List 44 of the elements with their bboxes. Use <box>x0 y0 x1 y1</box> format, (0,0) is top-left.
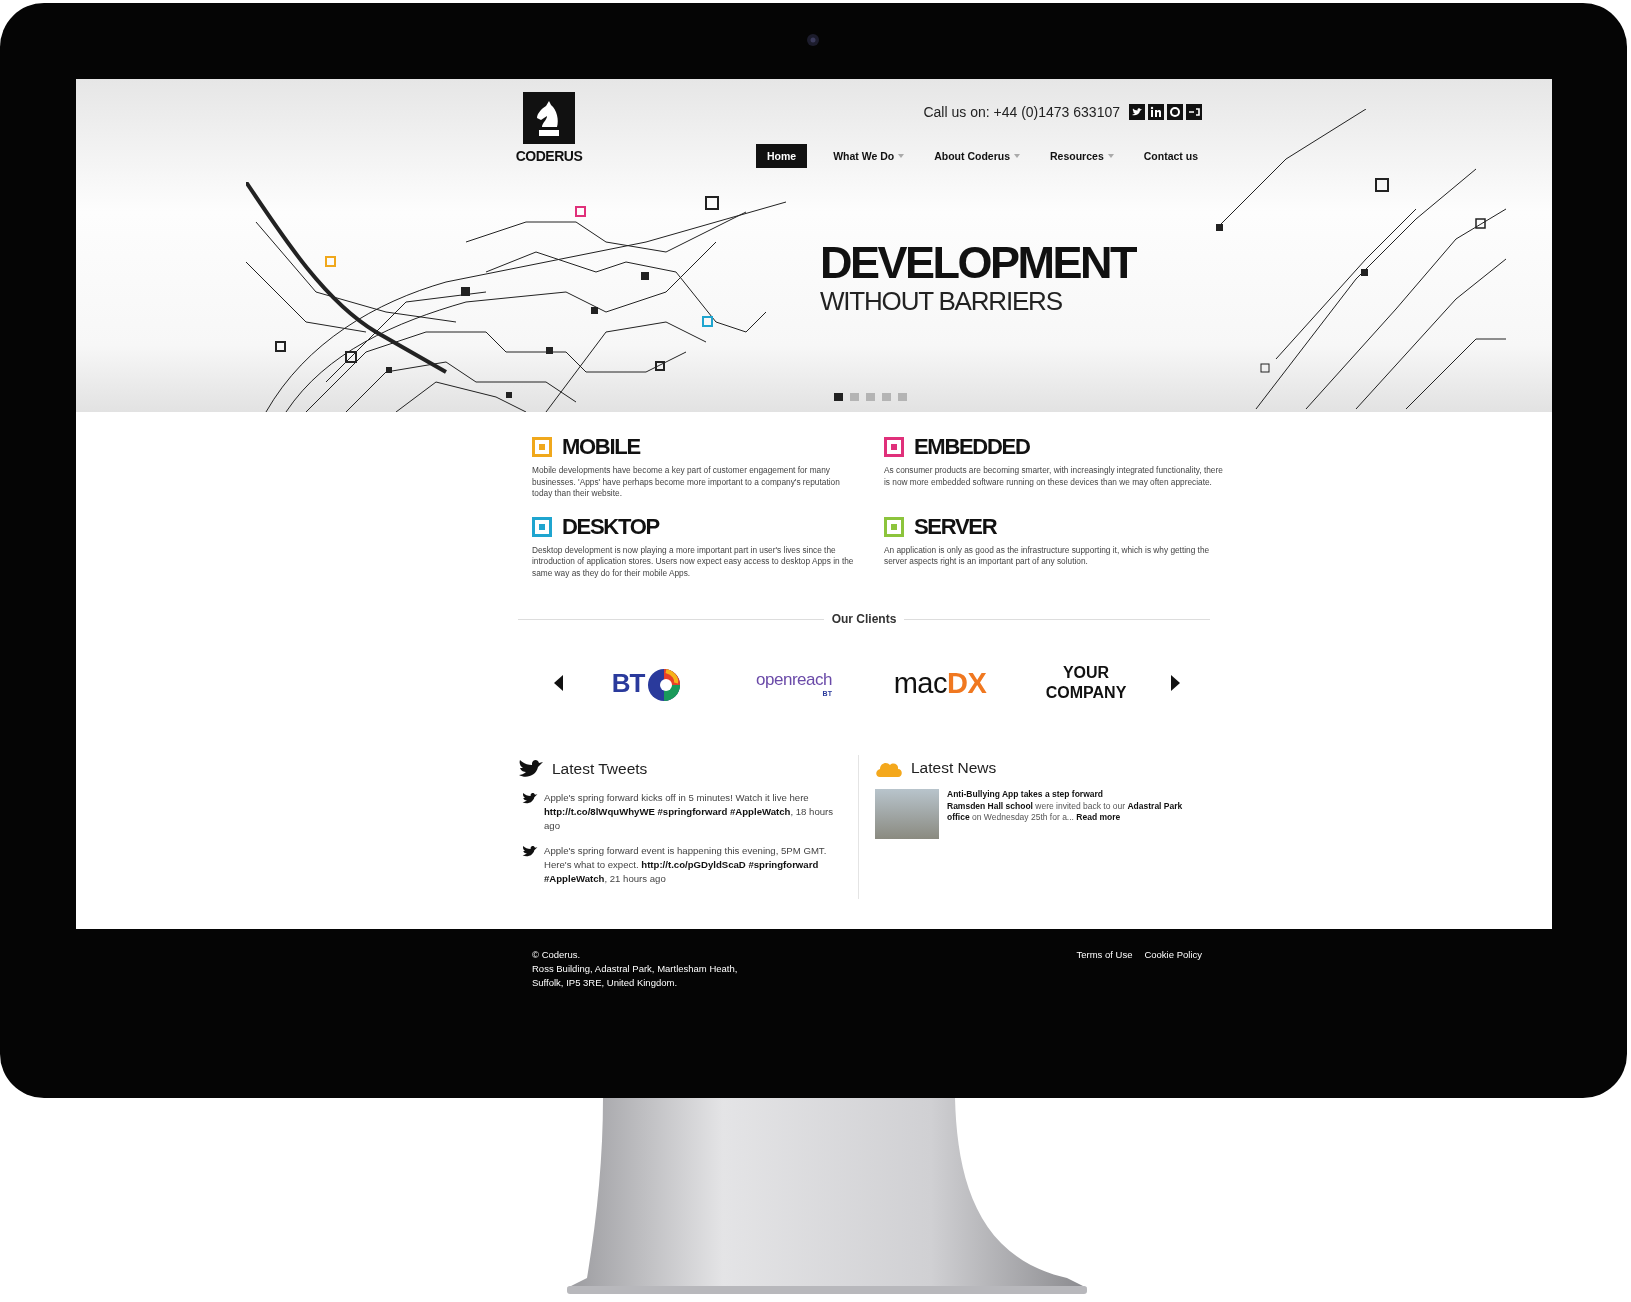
client-logo-text: YOUR COMPANY <box>1044 663 1128 703</box>
camera-icon <box>806 33 820 47</box>
service-title: EMBEDDED <box>914 434 1030 460</box>
next-arrow-icon[interactable] <box>1170 675 1180 691</box>
section-title: Latest Tweets <box>552 760 648 778</box>
logo-text: CODERUS <box>515 148 583 164</box>
footer-text: Suffolk, IP5 3RE, United Kingdom. <box>532 977 679 988</box>
footer-text: © Coderus. <box>532 949 582 960</box>
tweet-text: Apple's spring forward event is happening this evening, 5PM GMT. Here's what to expect. http://t.co/pGDyldScaD #springforward #AppleWatch, 21 hours ago <box>544 844 828 886</box>
footer-link[interactable]: Cookie Policy <box>1144 949 1202 988</box>
nav-link[interactable]: Resources <box>1046 145 1118 167</box>
news-headline[interactable]: Anti-Bullying App takes a step forward <box>947 789 1205 799</box>
read-more-link[interactable]: Read more <box>1076 812 1121 822</box>
footer-text: Ross Building, Adastral Park, Martlesham Heath, <box>532 963 738 974</box>
hero-subtitle: WITHOUT BARRIERS <box>820 287 1063 315</box>
bird-icon <box>522 845 538 858</box>
service-description: Mobile developments have become a key part of customer engagement for many businesses. 'Apps' have perhaps become more important to a company's reputation today than their website. <box>532 465 841 500</box>
service-description: Desktop development is now playing a more important part in user's lives since the introduction of application stores. Users now expect easy access to desktop Apps in the same way as they do for their mobile Apps. <box>532 544 855 579</box>
bird-icon <box>518 759 544 779</box>
client-logo-text: macDX <box>893 666 987 700</box>
knight-logo-icon[interactable] <box>523 92 575 144</box>
service-description: An application is only as good as the infrastructure supporting it, which is why getting the server aspects right is an important part of any solution. <box>884 544 1211 568</box>
linkedin-icon[interactable] <box>1148 104 1164 120</box>
service-description: As consumer products are becoming smarter, with increasingly integrated functionality, there is now more embedded software running on these devices than we may often appreciate. <box>884 465 1224 488</box>
twitter-icon[interactable] <box>1129 104 1145 120</box>
nav-link[interactable]: Contact us <box>1139 145 1202 167</box>
nav-link[interactable]: About Coderus <box>930 145 1025 167</box>
service-title: SERVER <box>914 513 997 540</box>
news-summary: Ramsden Hall school were invited back to our Adastral Park office on Wednesday 25th for a... Read more <box>947 801 1184 823</box>
previous-arrow-icon[interactable] <box>554 675 564 691</box>
nav-link[interactable]: What We Do <box>829 145 909 167</box>
client-logo-text: BT <box>611 667 645 699</box>
footer-link[interactable]: Terms of Use <box>1076 949 1133 988</box>
client-logo-text: openreach <box>756 669 832 690</box>
section-title: Latest News <box>911 759 997 777</box>
bird-icon <box>522 792 538 805</box>
tweet-text: Apple's spring forward kicks off in 5 minutes! Watch it live here http://t.co/8lWquWhyWE #springforward #AppleWatch, 18 hours ago <box>544 791 835 833</box>
hero-title: DEVELOPMENT <box>820 239 1136 287</box>
nav-link[interactable]: Home <box>755 144 808 168</box>
phone-number: Call us on: +44 (0)1473 633107 <box>923 104 1120 120</box>
photo-placeholder <box>875 789 939 839</box>
service-title: MOBILE <box>562 434 640 460</box>
service-title: DESKTOP <box>562 513 659 540</box>
social-icon[interactable] <box>1186 104 1202 120</box>
